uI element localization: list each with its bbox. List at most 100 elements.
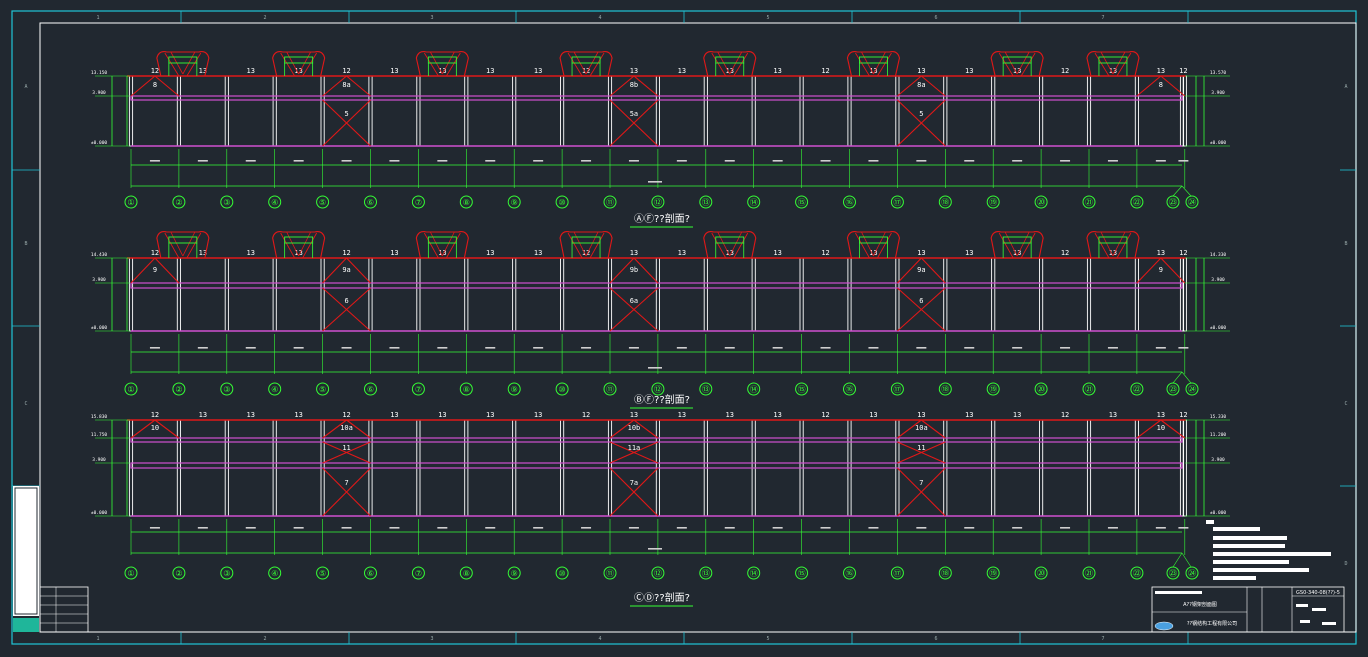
grid-label: ⑪	[606, 385, 614, 394]
monitor-brace	[302, 52, 318, 77]
border-number-top: 5	[766, 15, 769, 21]
monitor-brace	[1112, 231, 1126, 257]
column	[607, 75, 613, 147]
border-letter-right: C	[1344, 401, 1347, 407]
monitor-brace	[423, 52, 439, 77]
monitor-window	[571, 56, 601, 64]
monitor-brace	[286, 231, 300, 257]
grid-label: ⑥	[367, 198, 374, 207]
column	[847, 257, 852, 332]
dim-value-mark	[245, 160, 256, 162]
border-letter-left: B	[24, 241, 27, 247]
column	[128, 257, 134, 332]
brace-label: 11	[917, 444, 925, 452]
dim-value-mark	[916, 527, 927, 529]
monitor-brace	[1100, 231, 1114, 257]
monitor-window	[715, 56, 745, 64]
brace-label: 8b	[630, 81, 638, 89]
monitor-brace	[729, 231, 743, 257]
brace-line	[1136, 257, 1162, 284]
grid-label: ⑱	[941, 569, 949, 578]
grid-label: ⑧	[463, 569, 470, 578]
cad-drawing[interactable]: 11223344556677AABBCCDD 12131313121313131…	[0, 0, 1368, 657]
member-code: 12	[1061, 67, 1069, 75]
border-letter-right: D	[1344, 561, 1347, 567]
dim-value-mark	[389, 347, 400, 349]
monitor-brace	[1020, 52, 1036, 77]
column	[751, 75, 756, 147]
monitor-brace	[441, 231, 455, 257]
grid-label: ㉓	[1169, 569, 1177, 578]
monitor-brace	[998, 52, 1014, 77]
elevation-right: 3.900	[1211, 457, 1225, 463]
border-number-bottom: 4	[598, 636, 601, 642]
elevation-left: 15.830	[91, 414, 108, 420]
monitor-brace	[298, 231, 312, 257]
member-code: 13	[678, 249, 686, 257]
border-number-bottom: 5	[766, 636, 769, 642]
dim-value-mark	[676, 160, 687, 162]
column	[751, 257, 756, 332]
member-code: 12	[582, 411, 590, 419]
monitor-brace	[280, 52, 296, 77]
grid-label: ⑫	[654, 385, 662, 394]
monitor-brace	[1094, 52, 1110, 77]
dim-value-mark	[293, 160, 304, 162]
border-number-bottom: 2	[263, 636, 266, 642]
member-code: 13	[678, 67, 686, 75]
dim-value-mark	[820, 160, 831, 162]
grid-label: ⑲	[989, 569, 997, 578]
column	[176, 257, 181, 332]
dim-value-mark	[533, 527, 544, 529]
dim-value-mark	[533, 160, 544, 162]
dim-value-mark	[293, 527, 304, 529]
grid-label: ㉑	[1085, 569, 1093, 578]
column	[799, 75, 804, 147]
dim-value-mark	[149, 527, 160, 529]
column	[320, 75, 325, 147]
dim-value-mark	[820, 527, 831, 529]
column	[607, 257, 613, 332]
border-number-top: 1	[96, 15, 99, 21]
dim-value-mark	[916, 160, 927, 162]
monitor-window	[168, 236, 198, 244]
grid-label: ⑲	[989, 198, 997, 207]
column	[368, 75, 373, 147]
grid-label: ㉓	[1169, 198, 1177, 207]
monitor-brace	[861, 231, 874, 257]
monitor-window	[1002, 56, 1032, 64]
brace-label: 7	[344, 479, 348, 487]
member-code: 13	[534, 249, 542, 257]
member-code: 13	[917, 67, 925, 75]
member-code: 12	[821, 411, 829, 419]
member-code: 12	[1179, 67, 1187, 75]
member-code: 13	[1157, 249, 1165, 257]
elevation-right: 11.200	[1210, 432, 1227, 438]
column	[703, 257, 708, 332]
elevation-right: ±0.000	[1210, 510, 1227, 516]
grid-label: ⑨	[511, 385, 518, 394]
column	[368, 257, 373, 332]
monitor-window	[1002, 236, 1032, 244]
title-block-title: A??钢架剖面图	[1183, 601, 1217, 608]
grid-label: ⑥	[367, 569, 374, 578]
grid-label: ⑯	[846, 198, 854, 207]
dim-value-mark	[149, 160, 160, 162]
dim-value-mark	[1178, 160, 1189, 162]
brace-line	[130, 257, 156, 284]
grid-label: ④	[271, 385, 278, 394]
elevation-left: 11.750	[91, 432, 108, 438]
dim-value-mark	[772, 347, 783, 349]
column	[1134, 257, 1139, 332]
dim-value-mark	[1060, 527, 1071, 529]
monitor-window	[427, 236, 457, 244]
dim-value-mark	[964, 160, 975, 162]
column	[703, 75, 708, 147]
column	[991, 257, 996, 332]
brace-label: 8a	[917, 81, 925, 89]
dim-total-mark	[648, 181, 662, 183]
dim-value-mark	[1155, 160, 1166, 162]
column	[416, 257, 421, 332]
dim-value-mark	[293, 347, 304, 349]
member-code: 12	[342, 249, 350, 257]
